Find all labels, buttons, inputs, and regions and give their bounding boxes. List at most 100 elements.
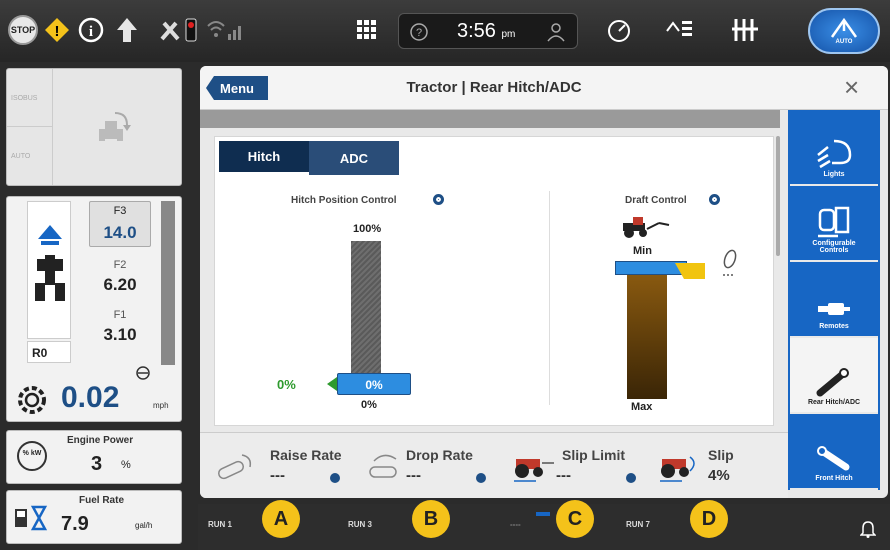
user-icon[interactable]	[545, 22, 567, 47]
drop-rate-control[interactable]: Drop Rate ---	[362, 441, 502, 493]
sidebar-item-remotes[interactable]: Remotes	[790, 262, 878, 338]
drop-rate-settings-icon[interactable]	[476, 473, 486, 483]
engine-power-panel[interactable]: % kW Engine Power 3 %	[6, 430, 182, 484]
sidebar-label-remotes: Remotes	[819, 323, 849, 330]
gear-f1-name[interactable]: F1	[89, 309, 151, 321]
run-button-3[interactable]: RUN 3	[348, 520, 372, 529]
hitch-setpoint-value: 0%	[277, 377, 296, 392]
row-guidance-icon[interactable]	[664, 14, 694, 46]
transmission-panel: R0 F3 14.0 F2 6.20 F1 3.10 0.02 mph	[6, 196, 182, 422]
callout-d: D	[690, 500, 728, 538]
draft-settings-icon[interactable]	[709, 194, 720, 205]
clock-time: 3:56 pm	[457, 20, 515, 43]
time-text: 3:56	[457, 20, 496, 42]
raise-rate-settings-icon[interactable]	[330, 473, 340, 483]
sidebar-item-lights[interactable]: Lights	[790, 110, 878, 186]
rear-hitch-icon	[816, 368, 849, 397]
content-scrollbar[interactable]	[776, 136, 780, 256]
wifi-signal-icon[interactable]	[206, 14, 246, 46]
slip-limit-tractor-icon	[510, 449, 556, 488]
dialog-title: Tractor | Rear Hitch/ADC	[406, 79, 582, 96]
gear-f1-value: 3.10	[103, 325, 137, 344]
speedometer-icon[interactable]	[606, 14, 632, 46]
sidebar-label-configurable-controls: Configurable Controls	[812, 240, 856, 254]
ground-speed: 0.02	[61, 381, 120, 414]
grid-menu-icon[interactable]	[356, 14, 378, 46]
drop-rate-label: Drop Rate	[406, 447, 473, 463]
hitch-actual-marker[interactable]: 0%	[337, 373, 411, 395]
raise-rate-label: Raise Rate	[270, 447, 342, 463]
stop-icon[interactable]: STOP	[8, 14, 38, 46]
hitch-settings-icon[interactable]	[433, 194, 444, 205]
hitch-position-bar[interactable]	[351, 241, 381, 381]
slip-tractor-icon	[656, 449, 702, 488]
gear-scrollbar[interactable]	[161, 201, 175, 365]
draft-setpoint-marker	[675, 263, 705, 279]
slip-label: Slip	[708, 447, 734, 463]
slip-limit-label: Slip Limit	[562, 447, 625, 463]
fuel-rate-label: Fuel Rate	[79, 495, 125, 506]
isobus-panel[interactable]: ISOBUS AUTO	[6, 68, 182, 186]
tractor-top-icon	[35, 225, 65, 310]
gear-indicator: R0	[27, 341, 71, 363]
close-icon[interactable]: ×	[844, 72, 859, 103]
tractor-implement-icon	[619, 213, 673, 244]
right-sidebar: Lights Configurable Controls Remotes Rea…	[788, 110, 880, 490]
content-divider	[549, 191, 550, 405]
implement-icon[interactable]	[730, 14, 760, 46]
fuel-rate-unit: gal/h	[135, 521, 153, 530]
run-button-7[interactable]: RUN 7	[626, 520, 650, 529]
auto-steer-icon	[830, 17, 858, 38]
slip-limit-control[interactable]: Slip Limit ---	[508, 441, 648, 493]
sidebar-item-configurable-controls[interactable]: Configurable Controls	[790, 186, 878, 262]
callout-a: A	[262, 500, 300, 538]
bell-icon[interactable]	[859, 520, 877, 543]
arrow-up-icon[interactable]	[116, 14, 138, 46]
hydraulic-cylinder-icon	[818, 303, 850, 315]
auto-steer-button[interactable]: AUTO	[808, 8, 880, 54]
auto-label: AUTO	[835, 39, 853, 45]
run-button-empty[interactable]: ----	[510, 520, 521, 529]
help-icon[interactable]: ?	[409, 22, 429, 47]
draft-control-title: Draft Control	[625, 195, 687, 206]
run-active-indicator	[536, 512, 550, 516]
sidebar-label-front-hitch: Front Hitch	[815, 475, 853, 482]
dialog-header: Menu Tractor | Rear Hitch/ADC ×	[200, 66, 888, 110]
engine-power-icon: % kW	[17, 441, 47, 471]
draft-sensitivity-icon[interactable]	[719, 249, 739, 284]
svg-text:i: i	[89, 24, 93, 40]
raise-rate-control[interactable]: Raise Rate ---	[214, 441, 354, 493]
top-status-bar: STOP ! i ? 3:56 pm AUTO	[0, 0, 890, 62]
callout-b: B	[412, 500, 450, 538]
slip-display: Slip 4%	[656, 441, 796, 493]
warning-icon[interactable]: !	[44, 14, 70, 46]
fuel-rate-value: 7.9	[61, 513, 89, 535]
gear-f2-name[interactable]: F2	[89, 259, 151, 271]
tab-hitch[interactable]: Hitch	[219, 141, 309, 175]
svg-text:?: ?	[416, 27, 422, 39]
run-button-1[interactable]: RUN 1	[208, 520, 232, 529]
tab-adc[interactable]: ADC	[309, 141, 399, 175]
isobus-label: ISOBUS	[7, 69, 53, 127]
fuel-rate-panel[interactable]: Fuel Rate 7.9 gal/h	[6, 490, 182, 544]
sidebar-item-rear-hitch-adc[interactable]: Rear Hitch/ADC	[790, 338, 878, 414]
slip-limit-settings-icon[interactable]	[626, 473, 636, 483]
rates-row: Raise Rate --- Drop Rate --- Slip Limit …	[200, 432, 788, 498]
engine-power-label: Engine Power	[67, 435, 134, 446]
sidebar-label-rear-hitch: Rear Hitch/ADC	[807, 399, 861, 406]
drop-rate-value: ---	[406, 467, 421, 484]
tools-warning-icon[interactable]	[158, 14, 202, 46]
drop-rate-icon	[366, 451, 406, 486]
svg-text:!: !	[55, 23, 60, 40]
joystick-icon	[818, 206, 850, 238]
sidebar-item-front-hitch[interactable]: Front Hitch	[790, 414, 878, 490]
tab-bar: Hitch ADC	[219, 141, 399, 175]
info-icon[interactable]: i	[78, 14, 104, 46]
tractor-rotate-icon	[93, 107, 133, 152]
clock-widget[interactable]: ? 3:56 pm	[398, 13, 578, 49]
engine-power-value: 3	[91, 453, 103, 475]
cruise-gear-icon[interactable]	[15, 383, 49, 422]
left-panel: ISOBUS AUTO R0 F3 14.0 F2 6.20 F1 3.10 0…	[0, 62, 198, 550]
draft-bar[interactable]	[627, 273, 667, 399]
sidebar-label-lights: Lights	[823, 171, 845, 178]
